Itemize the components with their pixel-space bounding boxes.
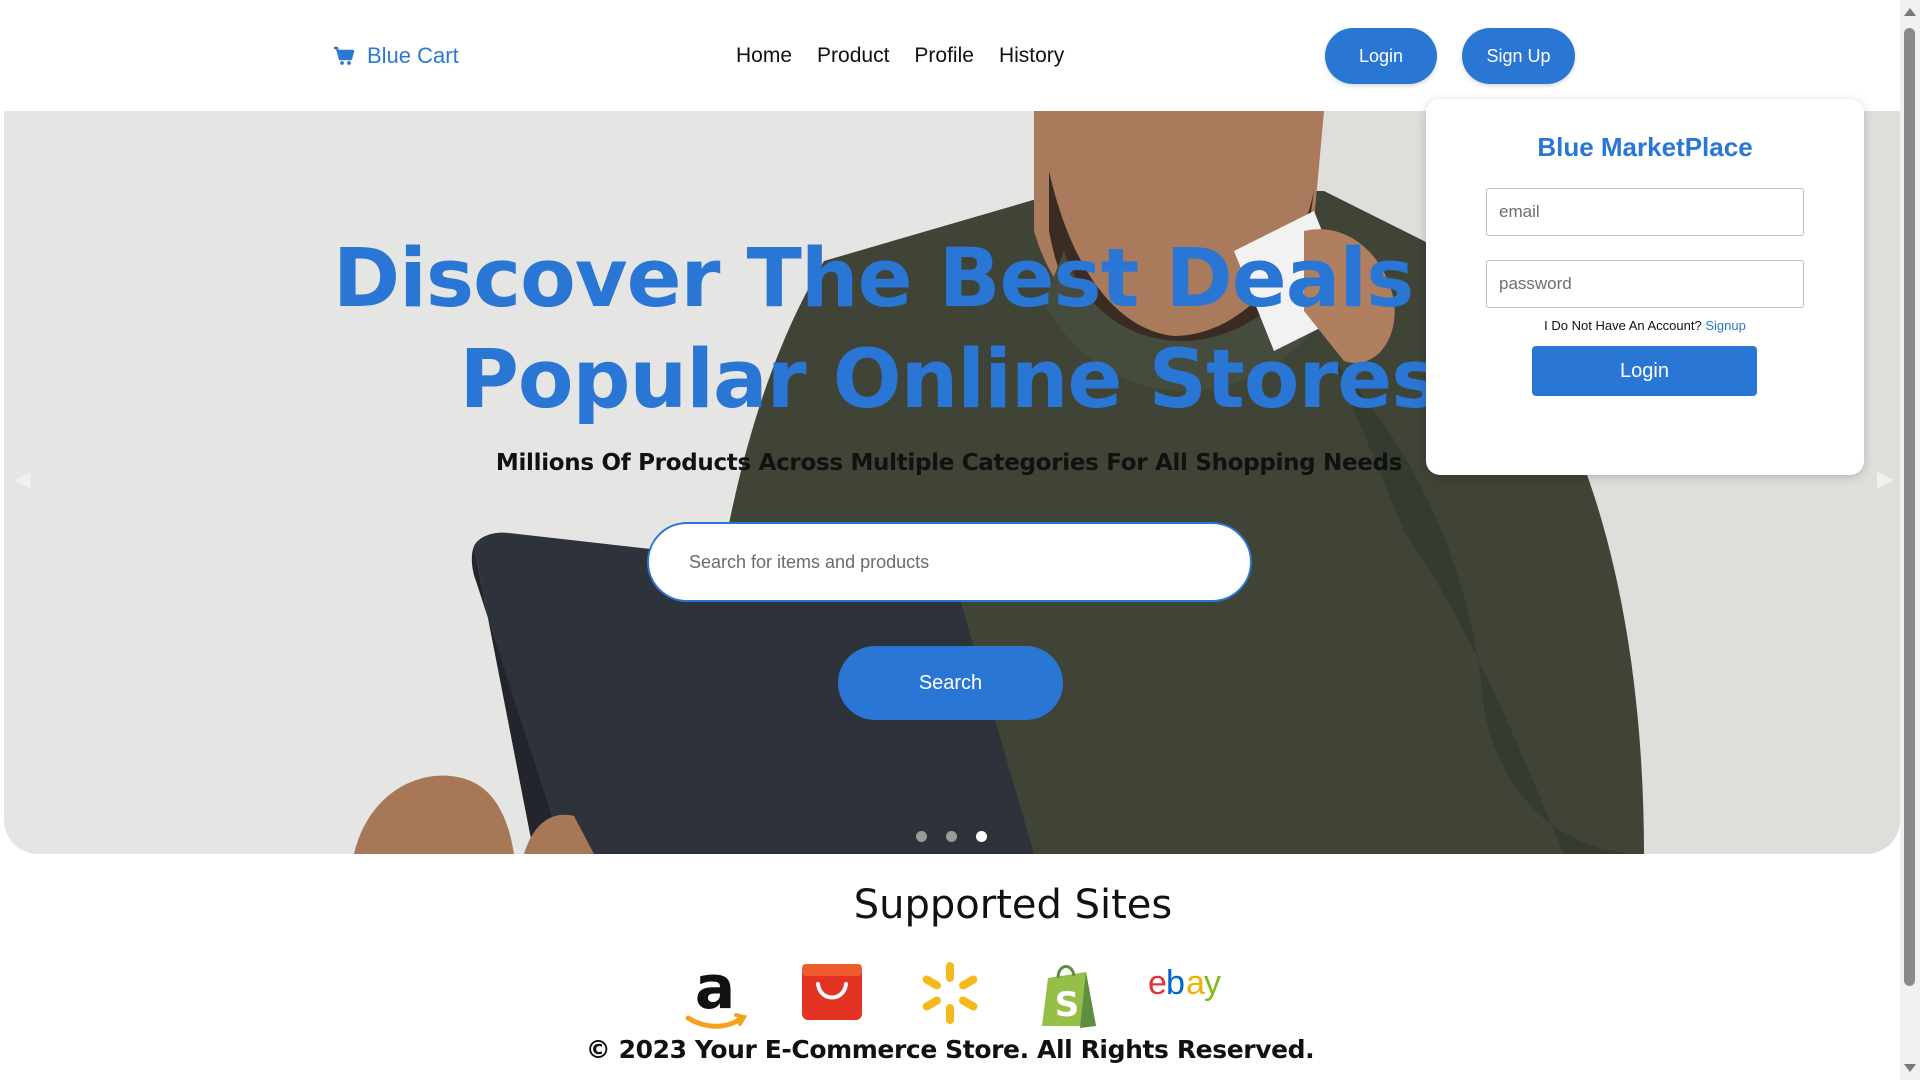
footer-copyright: © 2023 Your E-Commerce Store. All Rights… — [585, 1035, 1315, 1064]
carousel-dot-3[interactable] — [976, 831, 987, 842]
svg-text:a: a — [1186, 964, 1205, 1002]
aliexpress-logo-icon — [802, 964, 862, 1020]
scroll-up-icon[interactable] — [1904, 8, 1916, 16]
signup-prompt-text: I Do Not Have An Account? — [1544, 318, 1702, 333]
email-field[interactable]: email — [1486, 188, 1804, 236]
nav-home[interactable]: Home — [736, 40, 792, 72]
ebay-logo-icon: e b a y — [1148, 964, 1223, 1002]
login-button[interactable]: Login — [1325, 28, 1437, 84]
search-button[interactable]: Search — [838, 646, 1063, 720]
brand-name: Blue Cart — [367, 43, 459, 68]
svg-text:S: S — [1055, 985, 1080, 1025]
signup-prompt-row: I Do Not Have An Account? Signup — [1426, 318, 1864, 333]
card-title: Blue MarketPlace — [1537, 132, 1753, 162]
svg-text:e: e — [1148, 964, 1166, 1002]
carousel-dot-2[interactable] — [946, 831, 957, 842]
headline-dark-2: Popular — [459, 333, 807, 427]
top-navbar: Blue Cart Home Product Profile History L… — [0, 0, 1900, 111]
carousel-prev-icon[interactable]: ◀ — [14, 466, 31, 492]
brand-link[interactable]: Blue Cart — [333, 40, 459, 72]
nav-product[interactable]: Product — [817, 40, 889, 72]
nav-profile[interactable]: Profile — [914, 40, 974, 72]
headline-dark-1: Discover The — [332, 232, 913, 326]
svg-text:y: y — [1204, 964, 1221, 1002]
carousel-next-icon[interactable]: ▶ — [1877, 466, 1894, 492]
login-popup-card: Blue MarketPlace email password I Do Not… — [1426, 99, 1864, 475]
scroll-down-icon[interactable] — [1904, 1064, 1916, 1072]
search-input[interactable]: Search for items and products — [647, 522, 1252, 602]
scroll-thumb[interactable] — [1904, 28, 1915, 986]
signup-button[interactable]: Sign Up — [1462, 28, 1575, 84]
main-nav: Home Product Profile History — [736, 40, 1064, 72]
supported-sites-title: Supported Sites — [853, 882, 1173, 928]
svg-text:b: b — [1166, 964, 1184, 1002]
amazon-logo-icon: a — [685, 960, 748, 1029]
carousel-dot-1[interactable] — [916, 831, 927, 842]
password-field[interactable]: password — [1486, 260, 1804, 308]
signup-link[interactable]: Signup — [1705, 318, 1745, 333]
nav-history[interactable]: History — [999, 40, 1064, 72]
shopify-logo-icon: S — [1042, 965, 1096, 1028]
shopping-cart-icon — [333, 46, 355, 66]
carousel-indicators — [916, 831, 987, 842]
headline-blue-2: Online Stores — [832, 333, 1440, 427]
svg-text:a: a — [695, 960, 736, 1023]
page-scrollbar[interactable] — [1900, 0, 1920, 1080]
walmart-logo-icon — [922, 962, 978, 1024]
card-login-button[interactable]: Login — [1532, 346, 1757, 396]
